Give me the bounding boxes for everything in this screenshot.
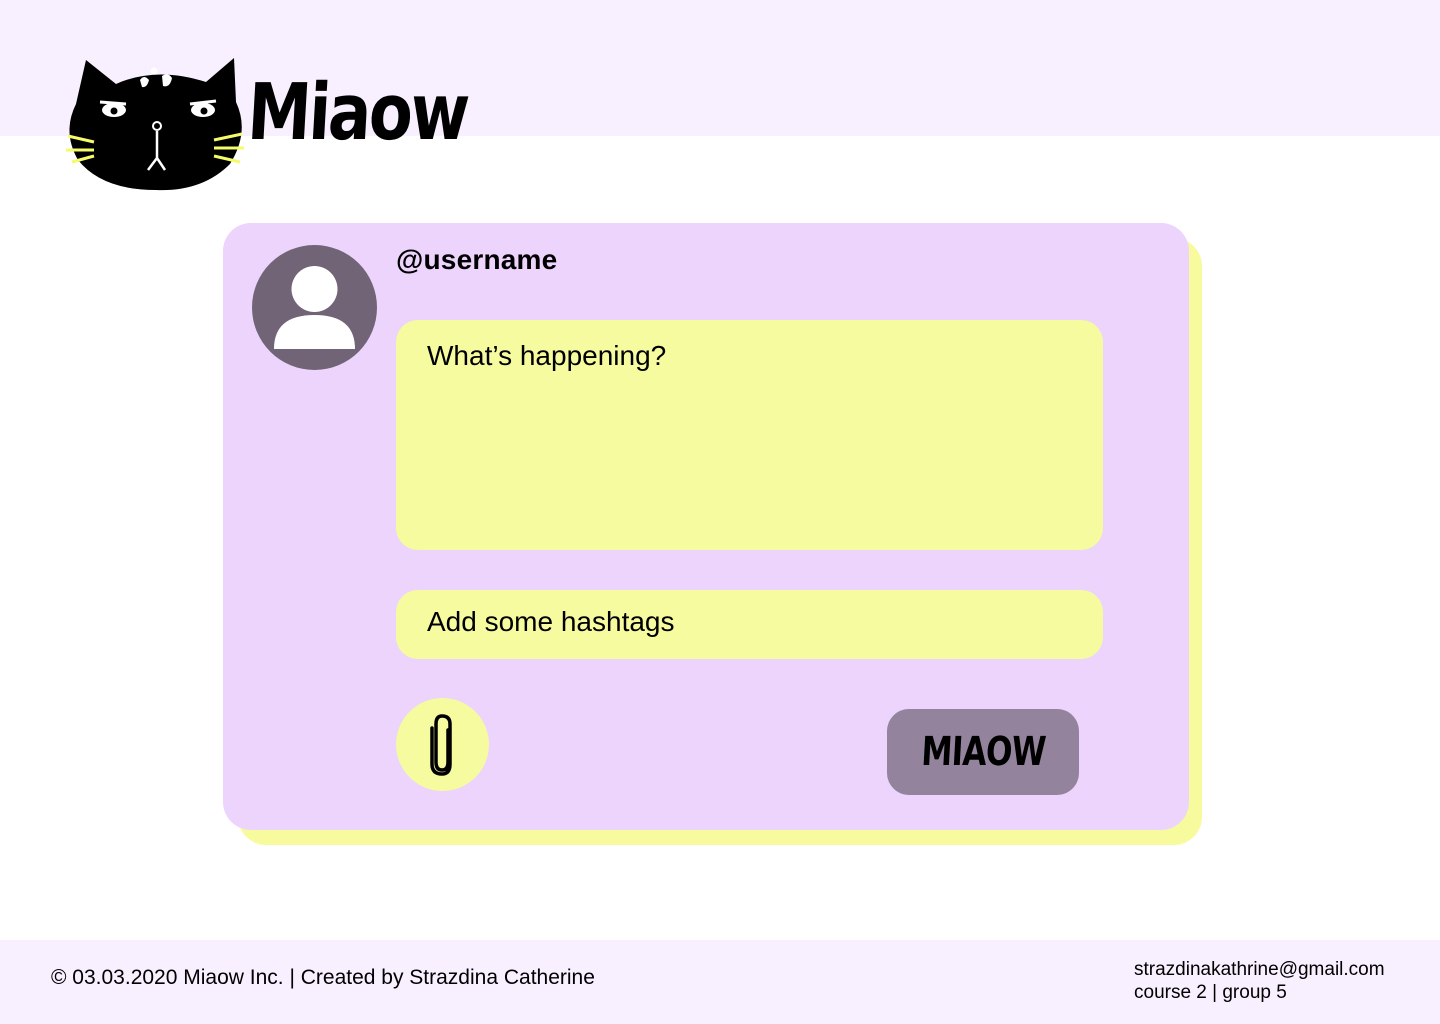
footer-course: course 2 | group 5	[1134, 982, 1287, 1003]
username-label: @username	[396, 244, 558, 275]
composer-card: @username What’s happening? Add some has…	[223, 223, 1189, 830]
hashtag-input[interactable]: Add some hashtags	[396, 590, 1103, 659]
footer-email[interactable]: strazdinakathrine@gmail.com	[1134, 958, 1385, 981]
miaow-submit-button[interactable]: MIAOW	[887, 709, 1079, 795]
miaow-button-label: MIAOW	[919, 729, 1047, 775]
paperclip-icon	[430, 714, 452, 776]
brand-logo[interactable]: Miaow	[64, 52, 470, 197]
user-avatar-icon[interactable]	[252, 245, 377, 370]
hashtag-placeholder: Add some hashtags	[427, 606, 675, 637]
post-textarea[interactable]: What’s happening?	[396, 320, 1103, 550]
footer: © 03.03.2020 Miaow Inc. | Created by Str…	[0, 940, 1440, 1024]
post-placeholder: What’s happening?	[427, 340, 667, 371]
cat-face-icon	[66, 58, 244, 191]
brand-wordmark: Miaow	[245, 68, 470, 158]
footer-copyright: © 03.03.2020 Miaow Inc. | Created by Str…	[51, 966, 595, 989]
attach-button[interactable]	[396, 698, 489, 791]
footer-contact: strazdinakathrine@gmail.com course 2 | g…	[1134, 958, 1385, 1004]
